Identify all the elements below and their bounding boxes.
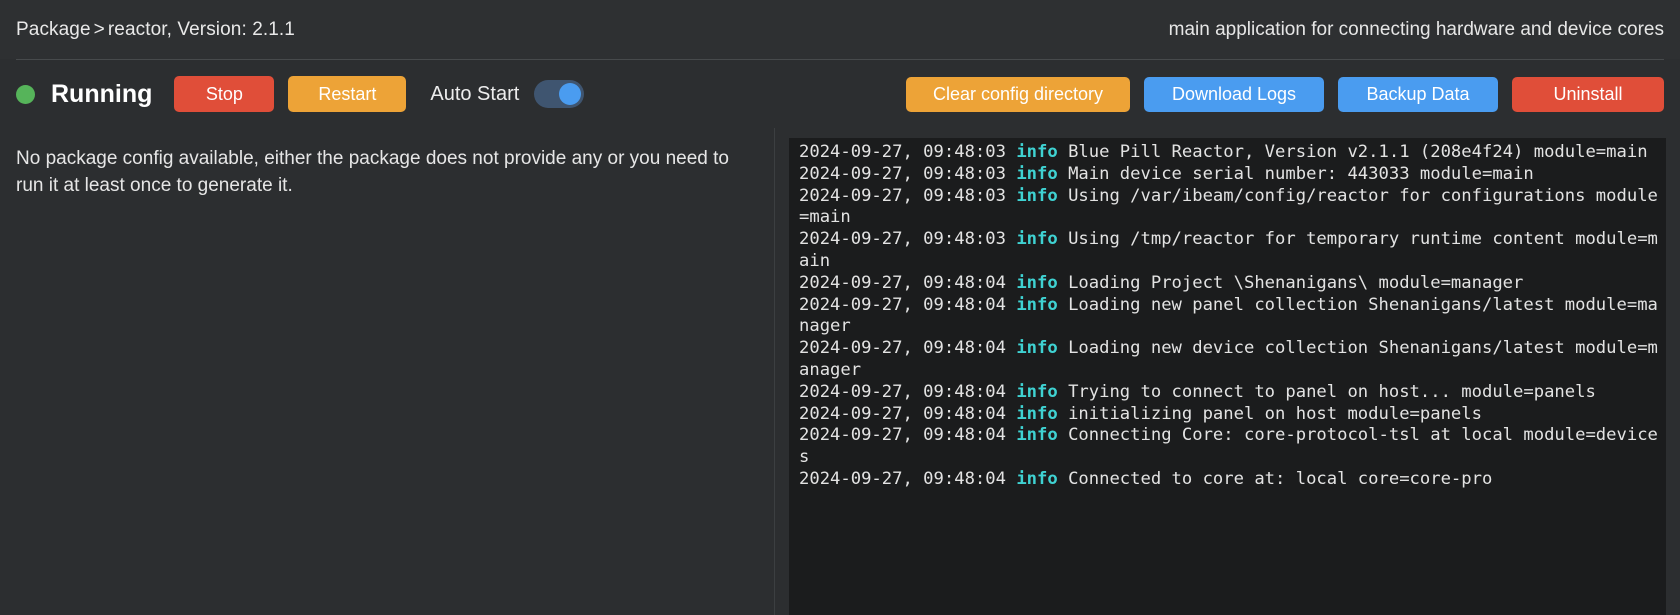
log-message: Main device serial number: 443033 module…: [1057, 163, 1534, 184]
log-timestamp: 2024-09-27, 09:48:04: [799, 272, 1017, 293]
log-line: 2024-09-27, 09:48:03 info Main device se…: [799, 164, 1658, 186]
backup-data-button[interactable]: Backup Data: [1338, 76, 1498, 112]
log-message: Blue Pill Reactor, Version v2.1.1 (208e4…: [1057, 142, 1648, 162]
log-timestamp: 2024-09-27, 09:48:03: [799, 185, 1017, 206]
log-level: info: [1016, 142, 1058, 162]
stop-button[interactable]: Stop: [174, 76, 275, 112]
restart-button[interactable]: Restart: [288, 76, 407, 112]
download-logs-button[interactable]: Download Logs: [1144, 76, 1324, 112]
package-detail-view: Package > reactor, Version: 2.1.1 main app…: [0, 0, 1680, 615]
log-line: 2024-09-27, 09:48:04 info Trying to conn…: [799, 382, 1658, 404]
log-level: info: [1016, 338, 1058, 359]
page-header: Package > reactor, Version: 2.1.1 main app…: [0, 0, 1680, 59]
log-line: 2024-09-27, 09:48:03 info Using /var/ibe…: [799, 186, 1658, 230]
log-timestamp: 2024-09-27, 09:48:03: [799, 163, 1017, 184]
action-toolbar: Running Stop Restart Auto Start Clear co…: [0, 60, 1680, 183]
log-level: info: [1016, 403, 1058, 424]
log-line: 2024-09-27, 09:48:04 info Loading new pa…: [799, 295, 1658, 339]
log-level: info: [1016, 272, 1058, 293]
status-indicator-dot: [16, 84, 35, 104]
toolbar-right-group: Clear config directory Download Logs Bac…: [906, 76, 1664, 112]
log-panel: 2024-09-27, 09:48:03 info Blue Pill Reac…: [775, 128, 1680, 615]
package-description: main application for connecting hardware…: [1168, 18, 1664, 40]
log-line: 2024-09-27, 09:48:04 info Loading new de…: [799, 338, 1658, 382]
log-timestamp: 2024-09-27, 09:48:04: [799, 294, 1017, 315]
config-empty-message: No package config available, either the …: [16, 148, 729, 196]
log-message: Connected to core at: local core=core-pr…: [1057, 468, 1493, 489]
clear-config-directory-button[interactable]: Clear config directory: [906, 76, 1130, 112]
log-timestamp: 2024-09-27, 09:48:04: [799, 468, 1017, 489]
breadcrumb-current: reactor, Version: 2.1.1: [107, 18, 295, 40]
log-message: Trying to connect to panel on host... mo…: [1057, 381, 1596, 402]
content-area: No package config available, either the …: [0, 128, 1680, 615]
log-line: 2024-09-27, 09:48:03 info Using /tmp/rea…: [799, 229, 1658, 273]
log-line: 2024-09-27, 09:48:04 info initializing p…: [799, 404, 1658, 426]
log-message: initializing panel on host module=panels: [1057, 403, 1482, 424]
log-level: info: [1016, 381, 1058, 402]
toggle-knob: [559, 83, 582, 105]
log-line: 2024-09-27, 09:48:04 info Loading Projec…: [799, 273, 1658, 295]
config-panel: No package config available, either the …: [0, 128, 775, 615]
breadcrumb-separator-icon: >: [93, 18, 105, 40]
log-line: 2024-09-27, 09:48:04 info Connected to c…: [799, 469, 1658, 491]
log-level: info: [1016, 163, 1058, 184]
log-line: 2024-09-27, 09:48:04 info Connecting Cor…: [799, 425, 1658, 469]
log-level: info: [1016, 229, 1058, 250]
log-level: info: [1016, 294, 1058, 315]
breadcrumb: Package > reactor, Version: 2.1.1: [16, 19, 295, 41]
log-level: info: [1016, 425, 1058, 446]
log-timestamp: 2024-09-27, 09:48:04: [799, 381, 1017, 402]
toolbar-left-group: Running Stop Restart Auto Start: [16, 76, 585, 112]
breadcrumb-root[interactable]: Package: [16, 19, 91, 40]
log-timestamp: 2024-09-27, 09:48:03: [799, 142, 1017, 162]
auto-start-label: Auto Start: [430, 82, 520, 105]
log-timestamp: 2024-09-27, 09:48:04: [799, 338, 1017, 359]
log-timestamp: 2024-09-27, 09:48:03: [799, 229, 1017, 250]
log-output[interactable]: 2024-09-27, 09:48:03 info Blue Pill Reac…: [789, 138, 1666, 615]
status-label: Running: [51, 79, 153, 108]
log-message: Loading Project \Shenanigans\ module=man…: [1057, 272, 1524, 293]
log-timestamp: 2024-09-27, 09:48:04: [799, 425, 1017, 446]
log-timestamp: 2024-09-27, 09:48:04: [799, 403, 1017, 424]
auto-start-control: Auto Start: [430, 80, 585, 108]
uninstall-button[interactable]: Uninstall: [1512, 76, 1664, 112]
log-line: 2024-09-27, 09:48:03 info Blue Pill Reac…: [799, 142, 1658, 164]
auto-start-toggle[interactable]: [534, 80, 585, 108]
log-level: info: [1016, 468, 1058, 489]
log-level: info: [1016, 185, 1058, 206]
